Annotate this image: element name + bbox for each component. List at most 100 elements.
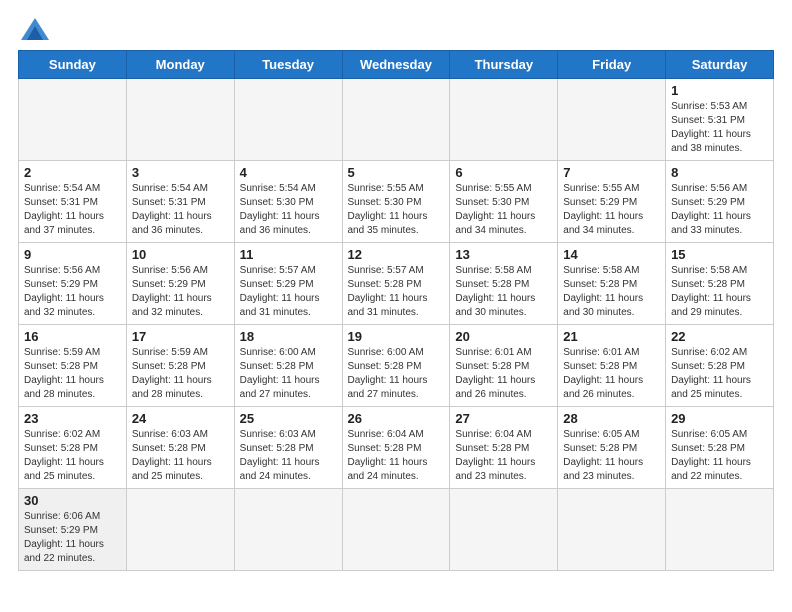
day-number: 15 (671, 247, 768, 262)
day-info: Sunrise: 5:54 AM Sunset: 5:30 PM Dayligh… (240, 182, 337, 238)
day-number: 29 (671, 411, 768, 426)
calendar-cell: 19 Sunrise: 6:00 AM Sunset: 5:28 PM Dayli… (342, 325, 450, 407)
day-number: 20 (455, 329, 552, 344)
day-number: 2 (24, 165, 121, 180)
day-number: 23 (24, 411, 121, 426)
day-info: Sunrise: 6:01 AM Sunset: 5:28 PM Dayligh… (563, 346, 660, 402)
day-number: 3 (132, 165, 229, 180)
day-number: 30 (24, 493, 121, 508)
day-info: Sunrise: 5:57 AM Sunset: 5:29 PM Dayligh… (240, 264, 337, 320)
day-info: Sunrise: 6:00 AM Sunset: 5:28 PM Dayligh… (348, 346, 445, 402)
weekday-header-sunday: Sunday (19, 51, 127, 79)
calendar-cell: 16 Sunrise: 5:59 AM Sunset: 5:28 PM Dayli… (19, 325, 127, 407)
logo (18, 18, 49, 40)
day-info: Sunrise: 6:06 AM Sunset: 5:29 PM Dayligh… (24, 510, 121, 566)
calendar-cell (558, 79, 666, 161)
logo-icon (21, 18, 49, 40)
day-number: 9 (24, 247, 121, 262)
day-info: Sunrise: 5:56 AM Sunset: 5:29 PM Dayligh… (671, 182, 768, 238)
calendar-cell (450, 79, 558, 161)
calendar-table: SundayMondayTuesdayWednesdayThursdayFrid… (18, 50, 774, 571)
calendar-cell: 24 Sunrise: 6:03 AM Sunset: 5:28 PM Dayli… (126, 407, 234, 489)
day-info: Sunrise: 6:02 AM Sunset: 5:28 PM Dayligh… (671, 346, 768, 402)
calendar-cell: 7Sunrise: 5:55 AM Sunset: 5:29 PM Daylig… (558, 161, 666, 243)
day-info: Sunrise: 5:58 AM Sunset: 5:28 PM Dayligh… (563, 264, 660, 320)
day-info: Sunrise: 6:00 AM Sunset: 5:28 PM Dayligh… (240, 346, 337, 402)
weekday-header-row: SundayMondayTuesdayWednesdayThursdayFrid… (19, 51, 774, 79)
calendar-cell: 4 Sunrise: 5:54 AM Sunset: 5:30 PM Daylig… (234, 161, 342, 243)
calendar-cell: 21 Sunrise: 6:01 AM Sunset: 5:28 PM Dayli… (558, 325, 666, 407)
calendar-cell (450, 489, 558, 571)
calendar-cell: 29 Sunrise: 6:05 AM Sunset: 5:28 PM Dayli… (666, 407, 774, 489)
day-info: Sunrise: 5:59 AM Sunset: 5:28 PM Dayligh… (132, 346, 229, 402)
day-number: 8 (671, 165, 768, 180)
weekday-header-monday: Monday (126, 51, 234, 79)
calendar-cell: 30 Sunrise: 6:06 AM Sunset: 5:29 PM Dayli… (19, 489, 127, 571)
day-number: 14 (563, 247, 660, 262)
day-number: 24 (132, 411, 229, 426)
weekday-header-friday: Friday (558, 51, 666, 79)
day-info: Sunrise: 6:03 AM Sunset: 5:28 PM Dayligh… (240, 428, 337, 484)
day-info: Sunrise: 5:58 AM Sunset: 5:28 PM Dayligh… (671, 264, 768, 320)
calendar-cell: 23 Sunrise: 6:02 AM Sunset: 5:28 PM Dayli… (19, 407, 127, 489)
day-number: 21 (563, 329, 660, 344)
day-number: 10 (132, 247, 229, 262)
day-info: Sunrise: 5:55 AM Sunset: 5:29 PM Dayligh… (563, 182, 660, 238)
day-info: Sunrise: 5:55 AM Sunset: 5:30 PM Dayligh… (455, 182, 552, 238)
calendar-cell: 28Sunrise: 6:05 AM Sunset: 5:28 PM Dayli… (558, 407, 666, 489)
day-number: 5 (348, 165, 445, 180)
calendar-cell (666, 489, 774, 571)
weekday-header-wednesday: Wednesday (342, 51, 450, 79)
day-number: 19 (348, 329, 445, 344)
calendar-cell (342, 79, 450, 161)
calendar-cell (126, 489, 234, 571)
day-info: Sunrise: 5:56 AM Sunset: 5:29 PM Dayligh… (24, 264, 121, 320)
day-number: 25 (240, 411, 337, 426)
calendar-cell: 15 Sunrise: 5:58 AM Sunset: 5:28 PM Dayli… (666, 243, 774, 325)
day-number: 13 (455, 247, 552, 262)
calendar-cell: 14 Sunrise: 5:58 AM Sunset: 5:28 PM Dayli… (558, 243, 666, 325)
day-info: Sunrise: 5:55 AM Sunset: 5:30 PM Dayligh… (348, 182, 445, 238)
day-info: Sunrise: 6:01 AM Sunset: 5:28 PM Dayligh… (455, 346, 552, 402)
day-number: 26 (348, 411, 445, 426)
calendar-cell: 5 Sunrise: 5:55 AM Sunset: 5:30 PM Daylig… (342, 161, 450, 243)
calendar-cell: 22 Sunrise: 6:02 AM Sunset: 5:28 PM Dayli… (666, 325, 774, 407)
day-info: Sunrise: 5:59 AM Sunset: 5:28 PM Dayligh… (24, 346, 121, 402)
calendar-cell: 17Sunrise: 5:59 AM Sunset: 5:28 PM Dayli… (126, 325, 234, 407)
calendar-cell: 6 Sunrise: 5:55 AM Sunset: 5:30 PM Daylig… (450, 161, 558, 243)
day-number: 6 (455, 165, 552, 180)
calendar-cell (342, 489, 450, 571)
day-number: 22 (671, 329, 768, 344)
weekday-header-tuesday: Tuesday (234, 51, 342, 79)
header (18, 18, 774, 40)
day-info: Sunrise: 6:04 AM Sunset: 5:28 PM Dayligh… (348, 428, 445, 484)
page: SundayMondayTuesdayWednesdayThursdayFrid… (0, 0, 792, 581)
day-info: Sunrise: 5:56 AM Sunset: 5:29 PM Dayligh… (132, 264, 229, 320)
day-number: 12 (348, 247, 445, 262)
calendar-cell (234, 79, 342, 161)
day-number: 28 (563, 411, 660, 426)
calendar-week-row: 1 Sunrise: 5:53 AM Sunset: 5:31 PM Daylig… (19, 79, 774, 161)
day-number: 1 (671, 83, 768, 98)
calendar-cell: 26 Sunrise: 6:04 AM Sunset: 5:28 PM Dayli… (342, 407, 450, 489)
calendar-cell: 10 Sunrise: 5:56 AM Sunset: 5:29 PM Dayli… (126, 243, 234, 325)
calendar-cell: 9 Sunrise: 5:56 AM Sunset: 5:29 PM Daylig… (19, 243, 127, 325)
day-info: Sunrise: 6:03 AM Sunset: 5:28 PM Dayligh… (132, 428, 229, 484)
day-number: 4 (240, 165, 337, 180)
day-number: 18 (240, 329, 337, 344)
day-info: Sunrise: 6:04 AM Sunset: 5:28 PM Dayligh… (455, 428, 552, 484)
day-info: Sunrise: 5:53 AM Sunset: 5:31 PM Dayligh… (671, 100, 768, 156)
calendar-week-row: 23 Sunrise: 6:02 AM Sunset: 5:28 PM Dayli… (19, 407, 774, 489)
calendar-cell (126, 79, 234, 161)
day-info: Sunrise: 6:05 AM Sunset: 5:28 PM Dayligh… (671, 428, 768, 484)
calendar-cell: 18 Sunrise: 6:00 AM Sunset: 5:28 PM Dayli… (234, 325, 342, 407)
calendar-week-row: 9 Sunrise: 5:56 AM Sunset: 5:29 PM Daylig… (19, 243, 774, 325)
calendar-week-row: 2Sunrise: 5:54 AM Sunset: 5:31 PM Daylig… (19, 161, 774, 243)
calendar-cell: 3Sunrise: 5:54 AM Sunset: 5:31 PM Daylig… (126, 161, 234, 243)
calendar-cell: 13Sunrise: 5:58 AM Sunset: 5:28 PM Dayli… (450, 243, 558, 325)
calendar-cell: 27 Sunrise: 6:04 AM Sunset: 5:28 PM Dayli… (450, 407, 558, 489)
day-info: Sunrise: 6:02 AM Sunset: 5:28 PM Dayligh… (24, 428, 121, 484)
day-number: 16 (24, 329, 121, 344)
day-number: 27 (455, 411, 552, 426)
calendar-cell (234, 489, 342, 571)
